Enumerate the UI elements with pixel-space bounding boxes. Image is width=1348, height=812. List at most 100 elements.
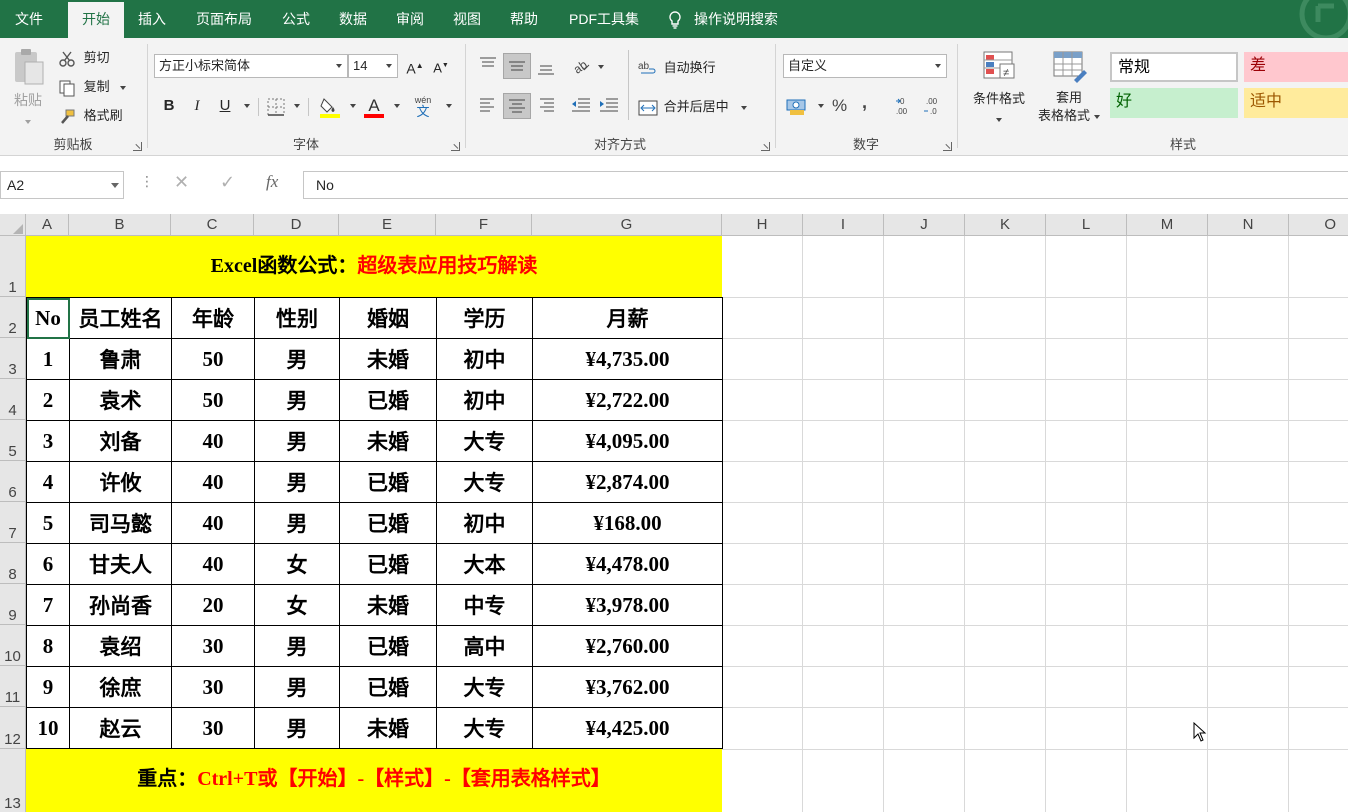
phonetic-dropdown-icon[interactable] bbox=[446, 104, 452, 108]
orientation-icon[interactable]: ab bbox=[570, 56, 592, 76]
table-cell[interactable]: 已婚 bbox=[340, 380, 437, 421]
table-cell[interactable]: ¥4,095.00 bbox=[533, 421, 723, 462]
tab-data[interactable]: 数据 bbox=[330, 0, 376, 38]
merge-dropdown-icon[interactable] bbox=[741, 106, 747, 110]
table-cell[interactable]: 大专 bbox=[437, 462, 533, 503]
column-header[interactable]: C bbox=[171, 214, 254, 236]
table-cell[interactable]: 甘夫人 bbox=[70, 544, 172, 585]
column-header[interactable]: M bbox=[1127, 214, 1208, 236]
table-cell[interactable]: 2 bbox=[27, 380, 70, 421]
row-header[interactable]: 5 bbox=[0, 420, 26, 461]
merge-center-button[interactable]: 合并后居中 bbox=[638, 96, 747, 117]
underline-dropdown-icon[interactable] bbox=[244, 104, 250, 108]
table-cell[interactable]: 50 bbox=[172, 380, 255, 421]
insert-function-icon[interactable]: fx bbox=[266, 172, 278, 192]
table-cell[interactable]: 中专 bbox=[437, 585, 533, 626]
header-cell[interactable]: 月薪 bbox=[533, 298, 723, 339]
format-as-table-button[interactable]: 套用 表格格式 bbox=[1032, 50, 1106, 124]
table-cell[interactable]: 30 bbox=[172, 667, 255, 708]
style-normal[interactable]: 常规 bbox=[1110, 52, 1238, 82]
align-bottom-icon[interactable] bbox=[536, 58, 556, 76]
name-box[interactable]: A2 bbox=[0, 171, 124, 199]
table-cell[interactable]: 徐庶 bbox=[70, 667, 172, 708]
font-launcher-icon[interactable] bbox=[451, 142, 460, 151]
decrease-font-size-button[interactable]: A▼ bbox=[430, 55, 452, 77]
style-bad[interactable]: 差 bbox=[1244, 52, 1348, 82]
underline-button[interactable]: U bbox=[214, 95, 236, 117]
sheet-footer-cell[interactable]: 重点：Ctrl+T或【开始】-【样式】-【套用表格样式】 bbox=[26, 749, 722, 812]
header-cell[interactable]: No bbox=[27, 298, 70, 339]
column-header[interactable]: J bbox=[884, 214, 965, 236]
table-cell[interactable]: 40 bbox=[172, 421, 255, 462]
table-cell[interactable]: 40 bbox=[172, 462, 255, 503]
table-cell[interactable]: ¥4,735.00 bbox=[533, 339, 723, 380]
table-cell[interactable]: 30 bbox=[172, 708, 255, 749]
table-cell[interactable]: 6 bbox=[27, 544, 70, 585]
table-cell[interactable]: 已婚 bbox=[340, 626, 437, 667]
table-cell[interactable]: 8 bbox=[27, 626, 70, 667]
row-header[interactable]: 8 bbox=[0, 543, 26, 584]
table-cell[interactable]: ¥4,478.00 bbox=[533, 544, 723, 585]
table-cell[interactable]: 司马懿 bbox=[70, 503, 172, 544]
table-cell[interactable]: 30 bbox=[172, 626, 255, 667]
tab-file[interactable]: 文件 bbox=[0, 0, 58, 38]
table-cell[interactable]: 男 bbox=[255, 462, 340, 503]
style-neutral[interactable]: 适中 bbox=[1244, 88, 1348, 118]
table-cell[interactable]: ¥168.00 bbox=[533, 503, 723, 544]
table-cell[interactable]: ¥2,760.00 bbox=[533, 626, 723, 667]
table-cell[interactable]: 初中 bbox=[437, 380, 533, 421]
table-cell[interactable]: 男 bbox=[255, 380, 340, 421]
column-header[interactable]: L bbox=[1046, 214, 1127, 236]
table-cell[interactable]: 未婚 bbox=[340, 421, 437, 462]
row-header[interactable]: 1 bbox=[0, 236, 26, 297]
conditional-formatting-button[interactable]: ≠ 条件格式 bbox=[966, 50, 1032, 122]
clipboard-launcher-icon[interactable] bbox=[133, 142, 142, 151]
table-cell[interactable]: 已婚 bbox=[340, 667, 437, 708]
tab-page-layout[interactable]: 页面布局 bbox=[186, 0, 262, 38]
row-header[interactable]: 6 bbox=[0, 461, 26, 502]
tab-review[interactable]: 审阅 bbox=[386, 0, 434, 38]
table-cell[interactable]: 女 bbox=[255, 585, 340, 626]
wrap-text-button[interactable]: ab 自动换行 bbox=[638, 57, 716, 78]
formula-input[interactable]: No bbox=[303, 171, 1348, 199]
alignment-launcher-icon[interactable] bbox=[761, 142, 770, 151]
column-header[interactable]: H bbox=[722, 214, 803, 236]
name-box-dropdown-icon[interactable] bbox=[111, 183, 119, 188]
italic-button[interactable]: I bbox=[186, 95, 208, 117]
font-size-combo[interactable]: 14 bbox=[348, 54, 398, 78]
decrease-indent-icon[interactable] bbox=[570, 96, 592, 114]
table-cell[interactable]: 初中 bbox=[437, 503, 533, 544]
column-header[interactable]: O bbox=[1289, 214, 1348, 236]
row-header[interactable]: 9 bbox=[0, 584, 26, 625]
format-painter-button[interactable]: 格式刷 bbox=[58, 105, 123, 126]
paste-button[interactable]: 粘贴 bbox=[6, 46, 50, 130]
bold-button[interactable]: B bbox=[158, 95, 180, 117]
table-cell[interactable]: 男 bbox=[255, 708, 340, 749]
tab-insert[interactable]: 插入 bbox=[128, 0, 176, 38]
table-cell[interactable]: 1 bbox=[27, 339, 70, 380]
row-header[interactable]: 10 bbox=[0, 625, 26, 666]
tell-me-search[interactable]: 操作说明搜索 bbox=[668, 0, 778, 38]
table-cell[interactable]: 50 bbox=[172, 339, 255, 380]
comma-style-button[interactable]: , bbox=[862, 92, 867, 113]
increase-decimal-icon[interactable]: 0.00 bbox=[894, 96, 916, 116]
number-format-dropdown-icon[interactable] bbox=[930, 55, 946, 77]
table-cell[interactable]: 5 bbox=[27, 503, 70, 544]
align-left-icon[interactable] bbox=[478, 96, 498, 114]
select-all-button[interactable] bbox=[0, 214, 26, 236]
table-cell[interactable]: 未婚 bbox=[340, 585, 437, 626]
column-header[interactable]: E bbox=[339, 214, 436, 236]
table-cell[interactable]: 已婚 bbox=[340, 503, 437, 544]
table-cell[interactable]: 袁绍 bbox=[70, 626, 172, 667]
table-cell[interactable]: ¥4,425.00 bbox=[533, 708, 723, 749]
row-header[interactable]: 2 bbox=[0, 297, 26, 338]
header-cell[interactable]: 学历 bbox=[437, 298, 533, 339]
sheet-title-cell[interactable]: Excel函数公式：超级表应用技巧解读 bbox=[26, 236, 722, 297]
table-cell[interactable]: 9 bbox=[27, 667, 70, 708]
font-color-icon[interactable]: A bbox=[362, 95, 386, 119]
table-cell[interactable]: 男 bbox=[255, 339, 340, 380]
currency-format-icon[interactable] bbox=[786, 96, 808, 116]
cut-button[interactable]: 剪切 bbox=[58, 47, 110, 68]
table-cell[interactable]: 大专 bbox=[437, 708, 533, 749]
column-header[interactable]: A bbox=[26, 214, 69, 236]
